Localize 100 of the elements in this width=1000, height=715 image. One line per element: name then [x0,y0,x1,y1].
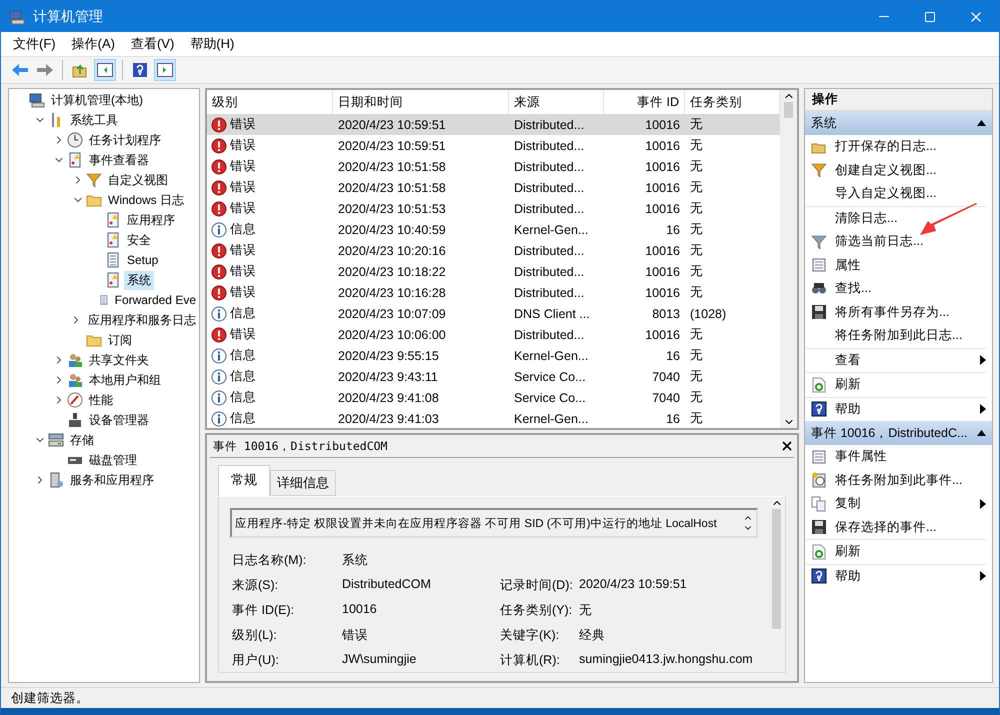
action-item[interactable]: 查看 [835,352,980,369]
save-icon [811,304,827,320]
action-item[interactable]: 导入自定义视图... [835,185,986,202]
log-warning-icon [105,272,121,288]
toolbar-button[interactable] [94,59,116,81]
menu-item[interactable]: 查看(V) [124,33,180,55]
field-value: 经典 [579,627,606,644]
error-icon [211,284,227,300]
tree-item[interactable]: 订阅 [105,330,135,350]
event-row[interactable]: 错误 2020/4/23 10:59:51 Distributed... 10016 无 [207,114,780,135]
action-item[interactable]: 复制 [835,495,980,512]
tree-item[interactable]: 设备管理器 [86,410,152,430]
tree-item[interactable]: 共享文件夹 [86,350,152,370]
action-item[interactable]: 事件属性 [835,448,986,466]
action-item[interactable]: 帮助 [835,400,980,418]
tree-item[interactable]: 服务和应用程序 [67,470,157,490]
action-item[interactable]: 刷新 [835,543,986,560]
properties-icon [811,257,827,274]
refresh-icon [811,376,827,393]
scroll-thumb[interactable] [784,102,793,118]
table-cell-text: Kernel-Gen... [513,222,590,238]
table-cell-text: 2020/4/23 10:16:28 [337,284,447,302]
tree-item[interactable]: Windows 日志 [105,190,188,210]
tree-item[interactable]: 系统 [124,270,154,290]
tree-item[interactable]: 事件查看器 [86,150,152,170]
table-cell-text: 2020/4/23 9:55:15 [337,348,440,364]
action-item[interactable]: 查找... [835,280,986,298]
table-cell-text: 10016 [644,158,681,176]
table-cell: 信息 [230,221,256,238]
table-cell-text: Service Co... [513,390,587,406]
tab[interactable]: 常规 [218,465,270,496]
table-cell-text: 7040 [651,368,681,386]
table-cell-text: 2020/4/23 9:41:03 [337,410,440,428]
table-cell-text: 2020/4/23 9:41:08 [337,390,440,406]
error-icon [211,158,227,174]
action-item[interactable]: 打开保存的日志... [835,138,986,156]
action-item[interactable]: 将任务附加到此事件... [835,472,986,489]
device-icon [67,412,83,428]
table-cell-text: (1028) [689,306,728,323]
log-warning-icon [105,212,121,228]
action-item[interactable]: 刷新 [835,376,986,394]
table-cell-text: Kernel-Gen... [513,410,590,428]
table-cell-text: Distributed... [513,138,586,154]
table-cell-text: 2020/4/23 10:59:51 [337,138,447,154]
action-item[interactable]: 将所有事件另存为... [835,304,986,321]
tree-item[interactable]: 安全 [124,230,154,250]
action-item[interactable]: 清除日志... [835,210,986,227]
section-header[interactable]: 事件 10016，DistributedC... [805,421,992,445]
actions-title: 操作 [805,89,992,111]
forward-arrow-icon [36,63,54,77]
menu-item[interactable]: 帮助(H) [184,33,240,55]
scroll-thumb[interactable] [772,509,781,629]
field-label: 级别(L): [232,627,278,644]
table-cell: 错误 [230,179,256,196]
action-item[interactable]: 将任务附加到此日志... [835,327,986,344]
clock-icon [67,132,83,148]
action-item[interactable]: 保存选择的事件... [835,518,986,536]
table-cell-text: Distributed... [513,284,586,302]
action-item[interactable]: 属性 [835,256,986,274]
annotation-arrow [920,203,978,237]
properties-icon [811,448,827,465]
tree-item[interactable]: 存储 [67,430,97,450]
menu-item[interactable]: 文件(F) [7,33,62,55]
error-icon [211,180,227,196]
close-icon[interactable] [780,439,794,453]
tree-item[interactable]: 系统工具 [67,110,121,130]
tree-item[interactable]: 计算机管理(本地) [48,90,146,110]
tab[interactable]: 详细信息 [270,470,336,496]
log-icon [105,252,121,268]
scrollbar[interactable] [780,90,797,428]
tree-item[interactable]: Forwarded Eve [112,292,199,308]
table-cell: 信息 [230,410,256,427]
field-label: 关键字(K): [500,627,560,644]
table-cell-text: 10016 [644,200,681,218]
table-cell-text: 无 [689,347,704,364]
tree-item[interactable]: 任务计划程序 [86,130,164,150]
tree-item[interactable]: 本地用户和组 [86,370,164,390]
description-field[interactable]: 应用程序-特定 权限设置并未向在应用程序容器 不可用 SID (不可用)中运行的地址 LocalHost [230,508,758,538]
table-cell-text: 无 [689,242,704,259]
help-icon [811,401,827,418]
toolbar-button[interactable] [154,59,176,81]
table-cell-text: 16 [665,410,681,428]
tree-item[interactable]: 性能 [86,390,116,410]
tree-item[interactable]: 应用程序 [124,210,178,230]
shared-folder-icon [67,352,83,368]
action-item[interactable]: 创建自定义视图... [835,162,986,179]
info-icon [211,306,227,322]
action-item[interactable]: 筛选当前日志... [835,233,986,250]
table-cell-text: 10016 [644,116,681,134]
tree-item[interactable]: 自定义视图 [105,170,171,190]
menu-item[interactable]: 操作(A) [66,33,121,55]
up-folder-icon [72,62,88,78]
error-icon [211,200,227,216]
tree-item[interactable]: 应用程序和服务日志 [85,310,199,330]
tree-item[interactable]: Setup [124,252,162,268]
tree-item[interactable]: 磁盘管理 [86,450,140,470]
table-cell-text: 2020/4/23 10:51:58 [337,180,447,196]
section-header[interactable]: 系统 [805,111,992,135]
action-item[interactable]: 帮助 [835,568,980,585]
field-label: 计算机(R): [500,652,561,669]
